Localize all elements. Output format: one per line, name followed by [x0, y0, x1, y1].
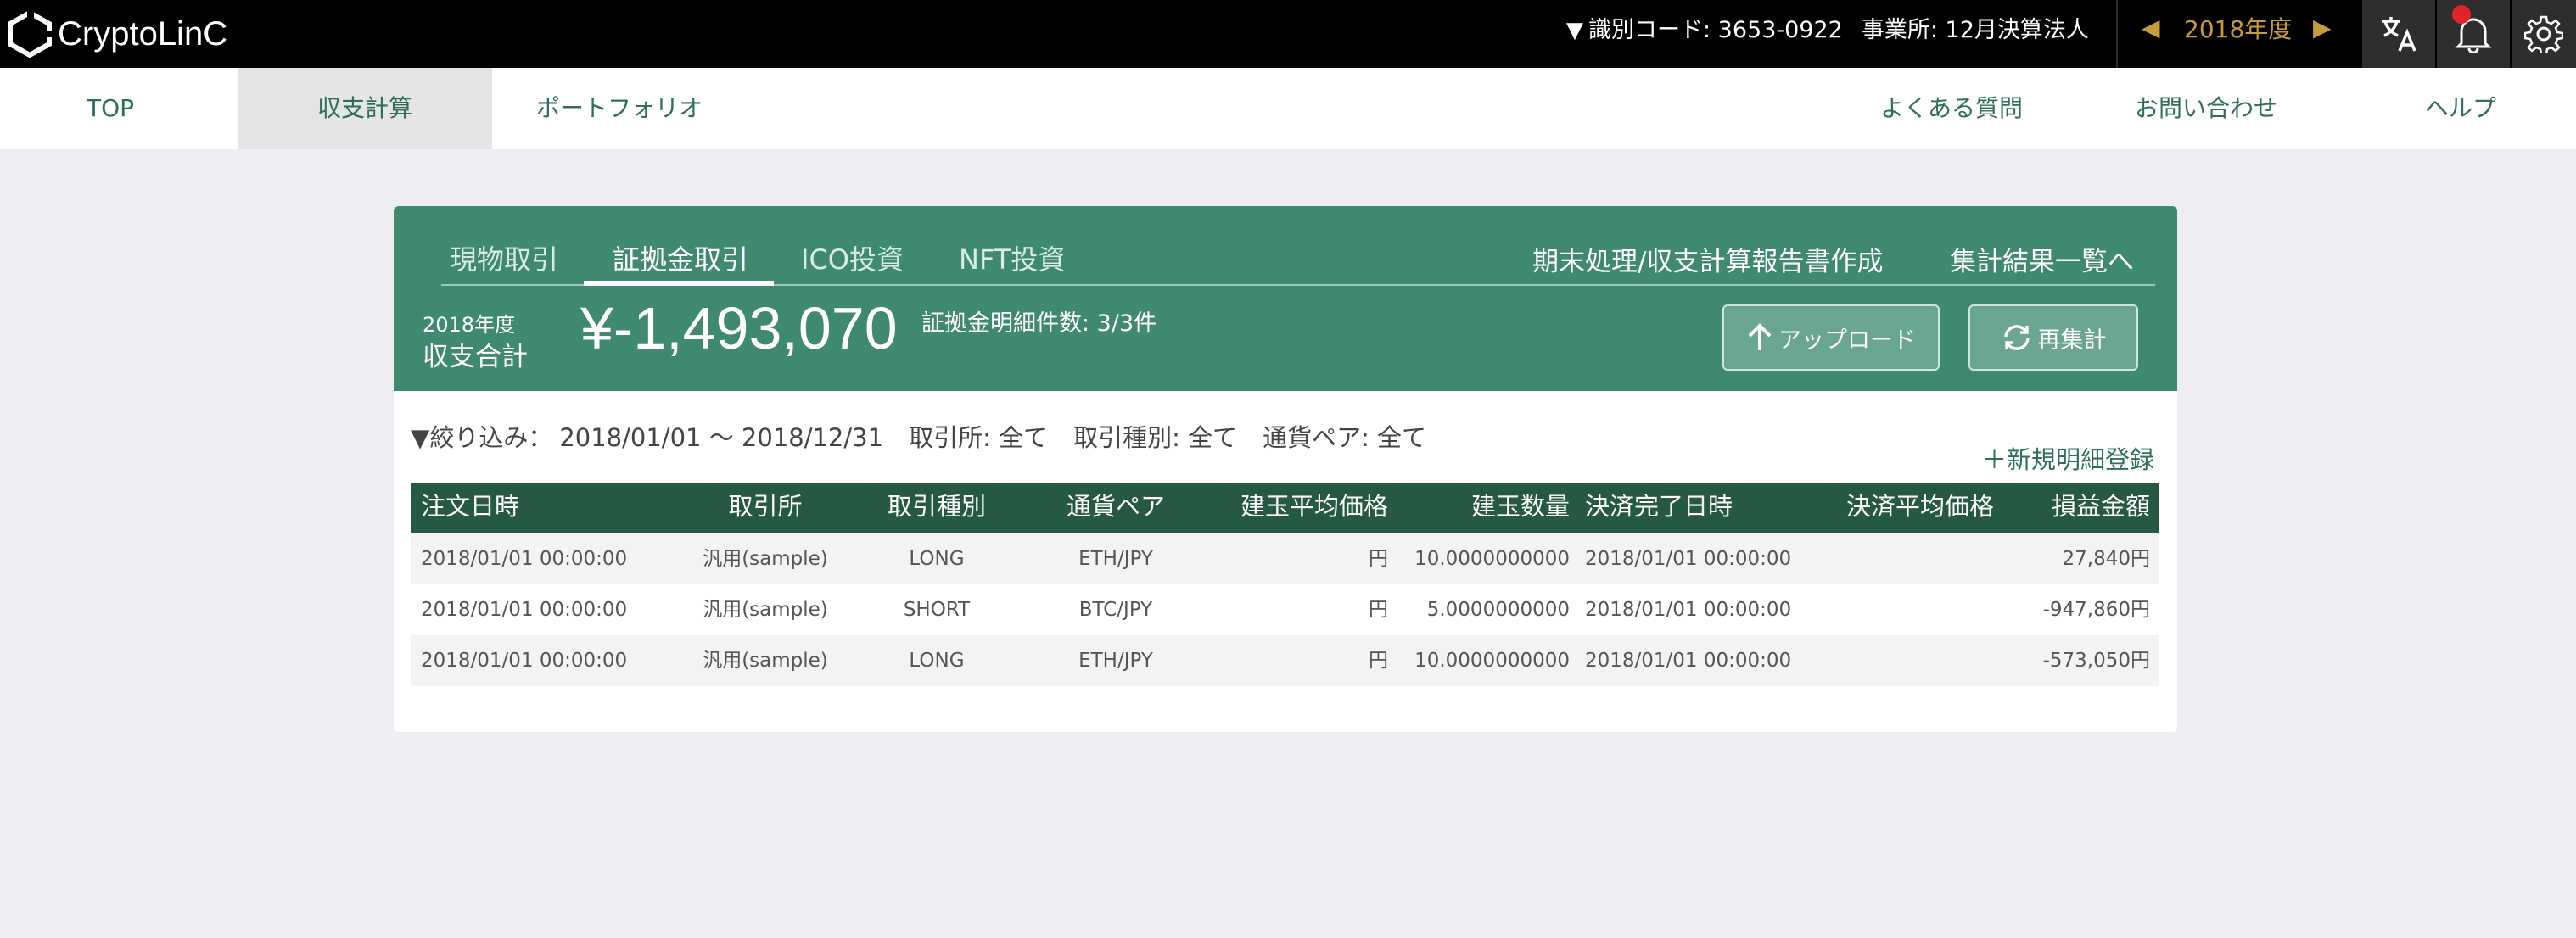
year-label: 2018年度 [423, 313, 516, 337]
cell-order-date: 2018/01/01 00:00:00 [421, 548, 628, 570]
plus-icon: ＋ [1982, 445, 2008, 474]
prev-year-arrow-icon[interactable]: ◀ [2142, 14, 2160, 42]
cell-pair: ETH/JPY [1078, 548, 1153, 570]
translate-icon [2382, 17, 2416, 52]
active-tab-indicator [584, 281, 774, 286]
refresh-icon [2003, 325, 2030, 350]
cell-pair: BTC/JPY [1078, 599, 1153, 621]
card-header: 現物取引 証拠金取引 ICO投資 NFT投資 期末処理/収支計算報告書作成 集計… [394, 206, 2177, 391]
cell-open-avg-price: 円 [1369, 650, 1388, 672]
col-settle-avg-price[interactable]: 決済平均価格 [1840, 483, 2001, 533]
upload-label: アップロード [1778, 327, 1916, 354]
cell-open-qty: 10.0000000000 [1414, 650, 1570, 672]
dropdown-triangle-icon: ▼ [1566, 18, 1583, 43]
fiscal-year-selector[interactable]: 2018年度 [2184, 0, 2292, 59]
next-year-arrow-icon[interactable]: ▶ [2313, 14, 2332, 42]
settings-button[interactable] [2512, 0, 2576, 68]
col-pair[interactable]: 通貨ペア [1025, 483, 1207, 533]
cell-settle-avg-price [1840, 584, 2001, 635]
table-row[interactable]: 2018/01/01 00:00:00 汎用(sample) SHORT BTC… [411, 584, 2159, 635]
filter-date-range: 2018/01/01 〜 2018/12/31 [559, 423, 884, 452]
col-exchange[interactable]: 取引所 [682, 483, 848, 533]
cell-pnl: 27,840円 [2062, 548, 2150, 570]
gear-icon [2524, 15, 2563, 53]
cell-open-avg-price: 円 [1369, 599, 1388, 621]
filter-icon: ▼ [411, 423, 430, 452]
logo[interactable]: CryptoLinC [7, 8, 227, 59]
office-label: 事業所: 12月決算法人 [1861, 17, 2089, 43]
cell-pnl: -573,050円 [2042, 650, 2150, 672]
logo-text: CryptoLinC [58, 14, 228, 53]
divider [2116, 0, 2118, 68]
nav-top[interactable]: TOP [34, 68, 187, 149]
detail-count: 証拠金明細件数: 3/3件 [921, 310, 1157, 337]
table-body: 2018/01/01 00:00:00 汎用(sample) LONG ETH/… [411, 533, 2159, 686]
filter-bar[interactable]: ▼絞り込み： 2018/01/01 〜 2018/12/31 取引所: 全て 取引種別… [411, 418, 1452, 454]
cell-order-date: 2018/01/01 00:00:00 [421, 599, 628, 621]
cell-pnl: -947,860円 [2042, 599, 2150, 621]
cell-pair: ETH/JPY [1078, 650, 1153, 672]
cell-settle-avg-price [1840, 635, 2001, 686]
nav-contact[interactable]: お問い合わせ [2104, 68, 2308, 149]
trades-table: 注文日時 取引所 取引種別 通貨ペア 建玉平均価格 建玉数量 決済完了日時 決済… [411, 483, 2159, 686]
filter-prefix: 絞り込み： [429, 423, 553, 452]
col-pnl[interactable]: 損益金額 [2001, 483, 2159, 533]
col-trade-type[interactable]: 取引種別 [848, 483, 1025, 533]
filter-pair: 通貨ペア: 全て [1263, 423, 1427, 452]
filter-trade-type: 取引種別: 全て [1073, 423, 1238, 452]
table-row[interactable]: 2018/01/01 00:00:00 汎用(sample) LONG ETH/… [411, 635, 2159, 686]
cell-open-qty: 5.0000000000 [1426, 599, 1570, 621]
cell-trade-type: LONG [909, 650, 965, 672]
year-end-report-link[interactable]: 期末処理/収支計算報告書作成 [1532, 240, 1883, 278]
table-header: 注文日時 取引所 取引種別 通貨ペア 建玉平均価格 建玉数量 決済完了日時 決済… [411, 483, 2159, 533]
col-open-qty[interactable]: 建玉数量 [1398, 483, 1580, 533]
nav-faq[interactable]: よくある質問 [1850, 68, 2053, 149]
top-bar: CryptoLinC ▼ 識別コード: 3653-0922 事業所: 12月決算法人… [0, 0, 2576, 68]
table-row[interactable]: 2018/01/01 00:00:00 汎用(sample) LONG ETH/… [411, 533, 2159, 584]
cell-exchange: 汎用(sample) [703, 599, 828, 621]
account-info[interactable]: ▼ 識別コード: 3653-0922 事業所: 12月決算法人 [1566, 0, 2089, 61]
notifications-button[interactable] [2437, 0, 2510, 68]
tab-nft[interactable]: NFT投資 [959, 238, 1065, 277]
main-nav: TOP 収支計算 ポートフォリオ よくある質問 お問い合わせ ヘルプ [0, 68, 2576, 149]
cell-settle-date: 2018/01/01 00:00:00 [1585, 650, 1792, 672]
upload-button[interactable]: アップロード [1722, 304, 1940, 371]
col-settle-date[interactable]: 決済完了日時 [1580, 483, 1840, 533]
notification-dot [2452, 5, 2471, 24]
filter-exchange: 取引所: 全て [909, 423, 1049, 452]
cell-open-avg-price: 円 [1369, 548, 1388, 570]
margin-trading-card: 現物取引 証拠金取引 ICO投資 NFT投資 期末処理/収支計算報告書作成 集計… [394, 206, 2177, 732]
cell-settle-date: 2018/01/01 00:00:00 [1585, 548, 1792, 570]
ident-code: 識別コード: 3653-0922 [1588, 17, 1843, 43]
cell-exchange: 汎用(sample) [703, 548, 828, 570]
logo-icon [8, 10, 53, 58]
language-button[interactable] [2362, 0, 2435, 68]
col-order-date[interactable]: 注文日時 [411, 483, 682, 533]
tab-margin-trading[interactable]: 証拠金取引 [613, 238, 748, 277]
nav-portfolio[interactable]: ポートフォリオ [509, 68, 730, 149]
summary-list-link[interactable]: 集計結果一覧へ [1950, 240, 2134, 278]
nav-income-calc[interactable]: 収支計算 [238, 68, 492, 149]
new-entry-label: 新規明細登録 [2007, 445, 2155, 474]
cell-trade-type: SHORT [903, 599, 971, 621]
cell-trade-type: LONG [909, 548, 965, 570]
tab-ico[interactable]: ICO投資 [801, 238, 904, 277]
cell-settle-date: 2018/01/01 00:00:00 [1585, 599, 1792, 621]
arrow-up-icon [1748, 323, 1772, 350]
col-open-avg-price[interactable]: 建玉平均価格 [1207, 483, 1398, 533]
cell-open-qty: 10.0000000000 [1414, 548, 1570, 570]
new-entry-button[interactable]: ＋新規明細登録 [1982, 440, 2154, 476]
tab-spot-trading[interactable]: 現物取引 [450, 238, 558, 277]
cell-settle-avg-price [1840, 533, 2001, 584]
total-amount: ¥-1,493,070 [580, 295, 898, 361]
cell-exchange: 汎用(sample) [703, 650, 828, 672]
nav-help[interactable]: ヘルプ [2376, 68, 2545, 149]
recalculate-button[interactable]: 再集計 [1968, 304, 2138, 371]
cell-order-date: 2018/01/01 00:00:00 [421, 650, 628, 672]
total-label: 収支合計 [423, 342, 528, 372]
recalc-label: 再集計 [2037, 327, 2107, 354]
